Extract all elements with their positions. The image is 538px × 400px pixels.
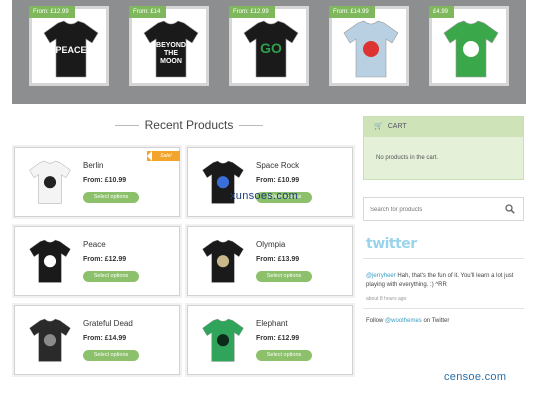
tshirt-image: GO bbox=[243, 20, 299, 78]
featured-product[interactable]: From: £12.99 GO bbox=[229, 6, 309, 86]
select-options-button[interactable]: Select options bbox=[256, 271, 312, 282]
shop-page: From: £12.99 PEACE From: £14 BEYOND THE MO… bbox=[0, 0, 538, 400]
product-name[interactable]: Olympia bbox=[256, 240, 285, 249]
tweet: @jerryheer Hah, that's the fun of it. Yo… bbox=[366, 272, 524, 290]
tshirt-print-graphic bbox=[43, 176, 57, 189]
watermark: xunsoes.com bbox=[230, 190, 299, 202]
tshirt-image[interactable] bbox=[25, 237, 75, 287]
featured-products-strip: From: £12.99 PEACE From: £14 BEYOND THE MO… bbox=[12, 0, 526, 104]
select-options-button[interactable]: Select options bbox=[83, 271, 139, 282]
featured-product[interactable]: From: £12.99 PEACE bbox=[29, 6, 109, 86]
product-name[interactable]: Grateful Dead bbox=[83, 319, 133, 328]
product-name[interactable]: Berlin bbox=[83, 161, 103, 170]
product-card[interactable]: Elephant From: £12.99 Select options bbox=[187, 305, 353, 375]
price-tag: £4.99 bbox=[429, 6, 455, 18]
product-card[interactable]: Peace From: £12.99 Select options bbox=[14, 226, 180, 296]
follow-prefix: Follow bbox=[366, 318, 386, 324]
cart-header[interactable]: 🛒 CART bbox=[364, 117, 523, 137]
tshirt-image[interactable] bbox=[25, 158, 75, 208]
product-price: From: £12.99 bbox=[83, 256, 127, 263]
tshirt-print-graphic bbox=[216, 334, 230, 347]
tshirt-print-graphic bbox=[216, 255, 230, 268]
divider bbox=[239, 125, 264, 127]
tshirt-image[interactable] bbox=[198, 316, 248, 366]
search-input[interactable] bbox=[370, 204, 500, 216]
tshirt-image[interactable] bbox=[198, 237, 248, 287]
product-name[interactable]: Elephant bbox=[256, 319, 288, 328]
product-name[interactable]: Peace bbox=[83, 240, 106, 249]
tshirt-print-graphic bbox=[43, 255, 57, 268]
follow-suffix: on Twitter bbox=[421, 318, 450, 324]
follow-line: Follow @woothemes on Twitter bbox=[366, 318, 449, 324]
select-options-button[interactable]: Select options bbox=[256, 350, 312, 361]
watermark: censoe.com bbox=[444, 371, 507, 383]
select-options-button[interactable]: Select options bbox=[83, 350, 139, 361]
product-search bbox=[363, 197, 524, 221]
cart-widget: 🛒 CART No products in the cart. bbox=[363, 116, 524, 180]
tshirt-print-text: PEACE bbox=[55, 45, 86, 55]
divider bbox=[363, 308, 524, 309]
tshirt-print-graphic bbox=[463, 41, 479, 57]
price-tag: From: £14 bbox=[129, 6, 167, 18]
price-tag: From: £12.99 bbox=[229, 6, 275, 18]
tshirt-image: PEACE bbox=[43, 20, 99, 78]
product-card[interactable]: Grateful Dead From: £14.99 Select option… bbox=[14, 305, 180, 375]
tshirt-image bbox=[443, 20, 499, 78]
tweet-timestamp[interactable]: about 8 hours ago bbox=[366, 296, 406, 302]
tshirt-image bbox=[343, 20, 399, 78]
divider bbox=[363, 258, 524, 259]
tweet-handle-link[interactable]: @jerryheer bbox=[366, 273, 396, 279]
section-title: Recent Products bbox=[144, 118, 234, 132]
product-price: From: £13.99 bbox=[256, 256, 300, 263]
product-card[interactable]: Sale! Berlin From: £10.99 Select options bbox=[14, 147, 180, 217]
tshirt-body bbox=[143, 20, 199, 78]
select-options-button[interactable]: Select options bbox=[83, 192, 139, 203]
divider bbox=[114, 125, 139, 127]
product-card[interactable]: Space Rock From: £10.99 Select options bbox=[187, 147, 353, 217]
product-price: From: £14.99 bbox=[83, 335, 127, 342]
section-heading: Recent Products bbox=[104, 118, 274, 132]
tshirt-print-text: GO bbox=[260, 40, 282, 56]
product-price: From: £10.99 bbox=[83, 177, 127, 184]
tshirt-image[interactable] bbox=[25, 316, 75, 366]
product-name[interactable]: Space Rock bbox=[256, 161, 299, 170]
product-price: From: £12.99 bbox=[256, 335, 300, 342]
sale-badge: Sale! bbox=[147, 151, 180, 161]
cart-icon: 🛒 bbox=[374, 123, 383, 130]
price-tag: From: £14.99 bbox=[329, 6, 375, 18]
search-icon[interactable] bbox=[505, 204, 515, 214]
follow-handle-link[interactable]: @woothemes bbox=[385, 318, 422, 324]
tshirt-print-graphic bbox=[216, 176, 230, 189]
featured-product[interactable]: From: £14 BEYOND THE MOON bbox=[129, 6, 209, 86]
product-price: From: £10.99 bbox=[256, 177, 300, 184]
twitter-logo: twitter bbox=[366, 236, 417, 252]
cart-empty-message: No products in the cart. bbox=[376, 155, 439, 161]
tshirt-image: BEYOND THE MOON bbox=[143, 20, 199, 78]
cart-title: CART bbox=[387, 123, 407, 130]
tshirt-print-graphic bbox=[43, 334, 57, 347]
featured-product[interactable]: From: £14.99 bbox=[329, 6, 409, 86]
featured-product[interactable]: £4.99 bbox=[429, 6, 509, 86]
product-card[interactable]: Olympia From: £13.99 Select options bbox=[187, 226, 353, 296]
tshirt-print-graphic bbox=[363, 41, 379, 57]
price-tag: From: £12.99 bbox=[29, 6, 75, 18]
